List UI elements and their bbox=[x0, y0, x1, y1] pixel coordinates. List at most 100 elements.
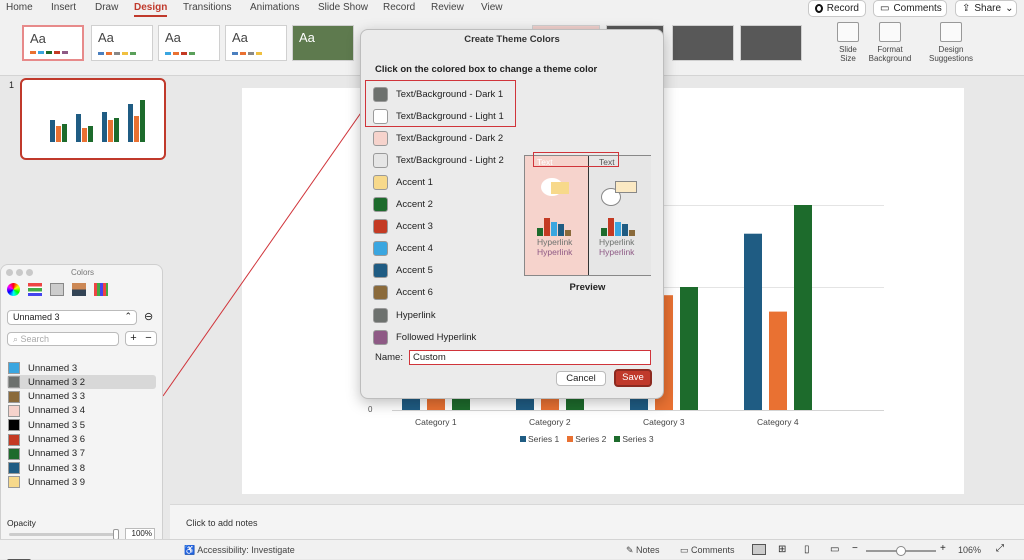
theme-color-box[interactable] bbox=[373, 263, 388, 279]
color-list-item[interactable]: Unnamed 3 bbox=[8, 361, 156, 375]
notes-icon: ✎ bbox=[626, 545, 637, 555]
theme-swatches bbox=[30, 51, 68, 54]
slideshow-icon[interactable]: ▭ bbox=[830, 544, 839, 555]
zoom-slider-knob[interactable] bbox=[896, 546, 906, 556]
color-wheel-icon[interactable] bbox=[7, 283, 20, 296]
bar-1-1[interactable] bbox=[402, 397, 420, 410]
theme-color-box[interactable] bbox=[373, 197, 388, 212]
dialog-title: Create Theme Colors bbox=[464, 34, 560, 45]
notes-pane[interactable]: Click to add notes bbox=[170, 504, 1024, 539]
save-button[interactable]: Save bbox=[614, 369, 652, 387]
theme-color-box[interactable] bbox=[373, 241, 388, 257]
record-button[interactable]: Record bbox=[808, 0, 866, 17]
bar-1-3[interactable] bbox=[630, 397, 648, 410]
color-sliders-icon[interactable] bbox=[28, 283, 42, 296]
tab-design[interactable]: Design bbox=[134, 2, 168, 17]
fit-to-window-icon[interactable]: ⤢ bbox=[996, 543, 1004, 554]
comments-label: Comments bbox=[893, 3, 942, 14]
bar-2-1[interactable] bbox=[427, 397, 445, 410]
zoom-out-icon[interactable]: − bbox=[852, 543, 858, 554]
tab-draw[interactable]: Draw bbox=[95, 2, 118, 13]
theme-color-row: Accent 4 bbox=[373, 240, 433, 258]
remove-color-button[interactable]: − bbox=[145, 332, 151, 345]
palette-select[interactable]: Unnamed 3 ⌃ bbox=[7, 310, 137, 325]
theme-color-box[interactable] bbox=[373, 174, 388, 190]
theme-color-label: Text/Background - Dark 2 bbox=[396, 132, 504, 144]
zoom-slider[interactable] bbox=[866, 546, 936, 556]
notes-button[interactable]: ✎ Notes bbox=[626, 545, 660, 556]
theme-swatches bbox=[98, 52, 136, 55]
comments-button[interactable]: ▭ Comments bbox=[873, 0, 947, 17]
bar-2-4[interactable] bbox=[769, 311, 787, 410]
share-button[interactable]: ⇪ Share ⌄ bbox=[955, 0, 1017, 17]
tab-animations[interactable]: Animations bbox=[250, 2, 299, 13]
theme-color-box[interactable] bbox=[373, 152, 388, 168]
comments-status-button[interactable]: ▭ Comments bbox=[680, 545, 735, 556]
theme-thumbnail-4[interactable]: Aa bbox=[225, 25, 287, 61]
slide-thumbnail[interactable] bbox=[20, 78, 166, 160]
theme-thumbnail-5[interactable]: Aa bbox=[292, 25, 354, 61]
color-item-label: Unnamed 3 2 bbox=[28, 376, 86, 388]
theme-color-box[interactable] bbox=[373, 130, 388, 146]
opacity-slider[interactable] bbox=[9, 529, 119, 540]
variant-thumbnail-4[interactable] bbox=[740, 25, 802, 61]
bar-1-4[interactable] bbox=[744, 233, 762, 410]
legend-label: Series 3 bbox=[622, 434, 654, 444]
preview-followed-hyperlink: Hyperlink bbox=[599, 247, 635, 257]
color-list-item[interactable]: Unnamed 3 2 bbox=[8, 375, 156, 389]
category-label-3: Category 3 bbox=[643, 417, 685, 427]
theme-thumbnail-1[interactable]: Aa bbox=[22, 25, 84, 61]
color-swatch bbox=[8, 433, 20, 446]
zoom-in-icon[interactable]: + bbox=[940, 543, 946, 554]
theme-color-box[interactable] bbox=[373, 285, 388, 301]
bar-3-4[interactable] bbox=[794, 205, 812, 410]
bar-2-2[interactable] bbox=[541, 397, 559, 410]
tab-insert[interactable]: Insert bbox=[51, 2, 76, 13]
color-list-item[interactable]: Unnamed 3 3 bbox=[8, 390, 156, 404]
design-suggestions-button[interactable]: Design Suggestions bbox=[928, 22, 974, 63]
theme-color-box[interactable] bbox=[373, 219, 388, 235]
theme-color-box[interactable] bbox=[373, 329, 388, 345]
tab-home[interactable]: Home bbox=[6, 2, 33, 13]
color-list-item[interactable]: Unnamed 3 5 bbox=[8, 418, 156, 432]
tab-record[interactable]: Record bbox=[383, 2, 415, 13]
tab-slide-show[interactable]: Slide Show bbox=[318, 2, 368, 13]
theme-thumbnail-2[interactable]: Aa bbox=[91, 25, 153, 61]
color-list-item[interactable]: Unnamed 3 8 bbox=[8, 461, 156, 475]
cancel-button[interactable]: Cancel bbox=[556, 371, 606, 386]
create-theme-colors-dialog: Create Theme Colors Click on the colored… bbox=[360, 29, 664, 399]
legend-item-series-2: Series 2 bbox=[567, 434, 606, 444]
legend-label: Series 1 bbox=[528, 434, 560, 444]
preview-light-half: Text Hyperlink Hyperlink bbox=[588, 156, 651, 275]
add-color-button[interactable]: + bbox=[130, 332, 136, 345]
accessibility-icon: ♿ bbox=[184, 545, 198, 555]
theme-thumbnail-3[interactable]: Aa bbox=[158, 25, 220, 61]
color-search-field[interactable]: ⌕ Search bbox=[7, 332, 119, 346]
accessibility-status[interactable]: ♿ Accessibility: Investigate bbox=[184, 545, 295, 556]
normal-view-icon[interactable] bbox=[752, 544, 766, 555]
theme-color-box[interactable] bbox=[373, 307, 388, 323]
color-list-item[interactable]: Unnamed 3 7 bbox=[8, 447, 156, 461]
bar-1-2[interactable] bbox=[516, 397, 534, 410]
color-list-item[interactable]: Unnamed 3 4 bbox=[8, 404, 156, 418]
pencils-icon[interactable] bbox=[94, 283, 108, 296]
slide-size-button[interactable]: Slide Size bbox=[833, 22, 863, 63]
palette-options-icon[interactable]: ⊖ bbox=[144, 310, 153, 323]
reading-view-icon[interactable]: ▯ bbox=[804, 544, 810, 555]
zoom-level[interactable]: 106% bbox=[958, 545, 981, 555]
slide-sorter-icon[interactable]: ⊞ bbox=[778, 544, 786, 555]
theme-name-input[interactable]: Custom bbox=[409, 350, 651, 365]
bar-3-3[interactable] bbox=[680, 287, 698, 410]
image-palettes-icon[interactable] bbox=[72, 283, 86, 296]
variant-thumbnail-3[interactable] bbox=[672, 25, 734, 61]
format-background-button[interactable]: Format Background bbox=[868, 22, 912, 63]
tab-view[interactable]: View bbox=[481, 2, 503, 13]
highlight-box-preview-text bbox=[533, 152, 619, 167]
color-list-item[interactable]: Unnamed 3 6 bbox=[8, 433, 156, 447]
color-list-item[interactable]: Unnamed 3 9 bbox=[8, 475, 156, 489]
bar-3-2[interactable] bbox=[566, 397, 584, 410]
tab-transitions[interactable]: Transitions bbox=[183, 2, 232, 13]
bar-3-1[interactable] bbox=[452, 397, 470, 410]
color-palettes-icon[interactable] bbox=[50, 283, 64, 296]
tab-review[interactable]: Review bbox=[431, 2, 464, 13]
